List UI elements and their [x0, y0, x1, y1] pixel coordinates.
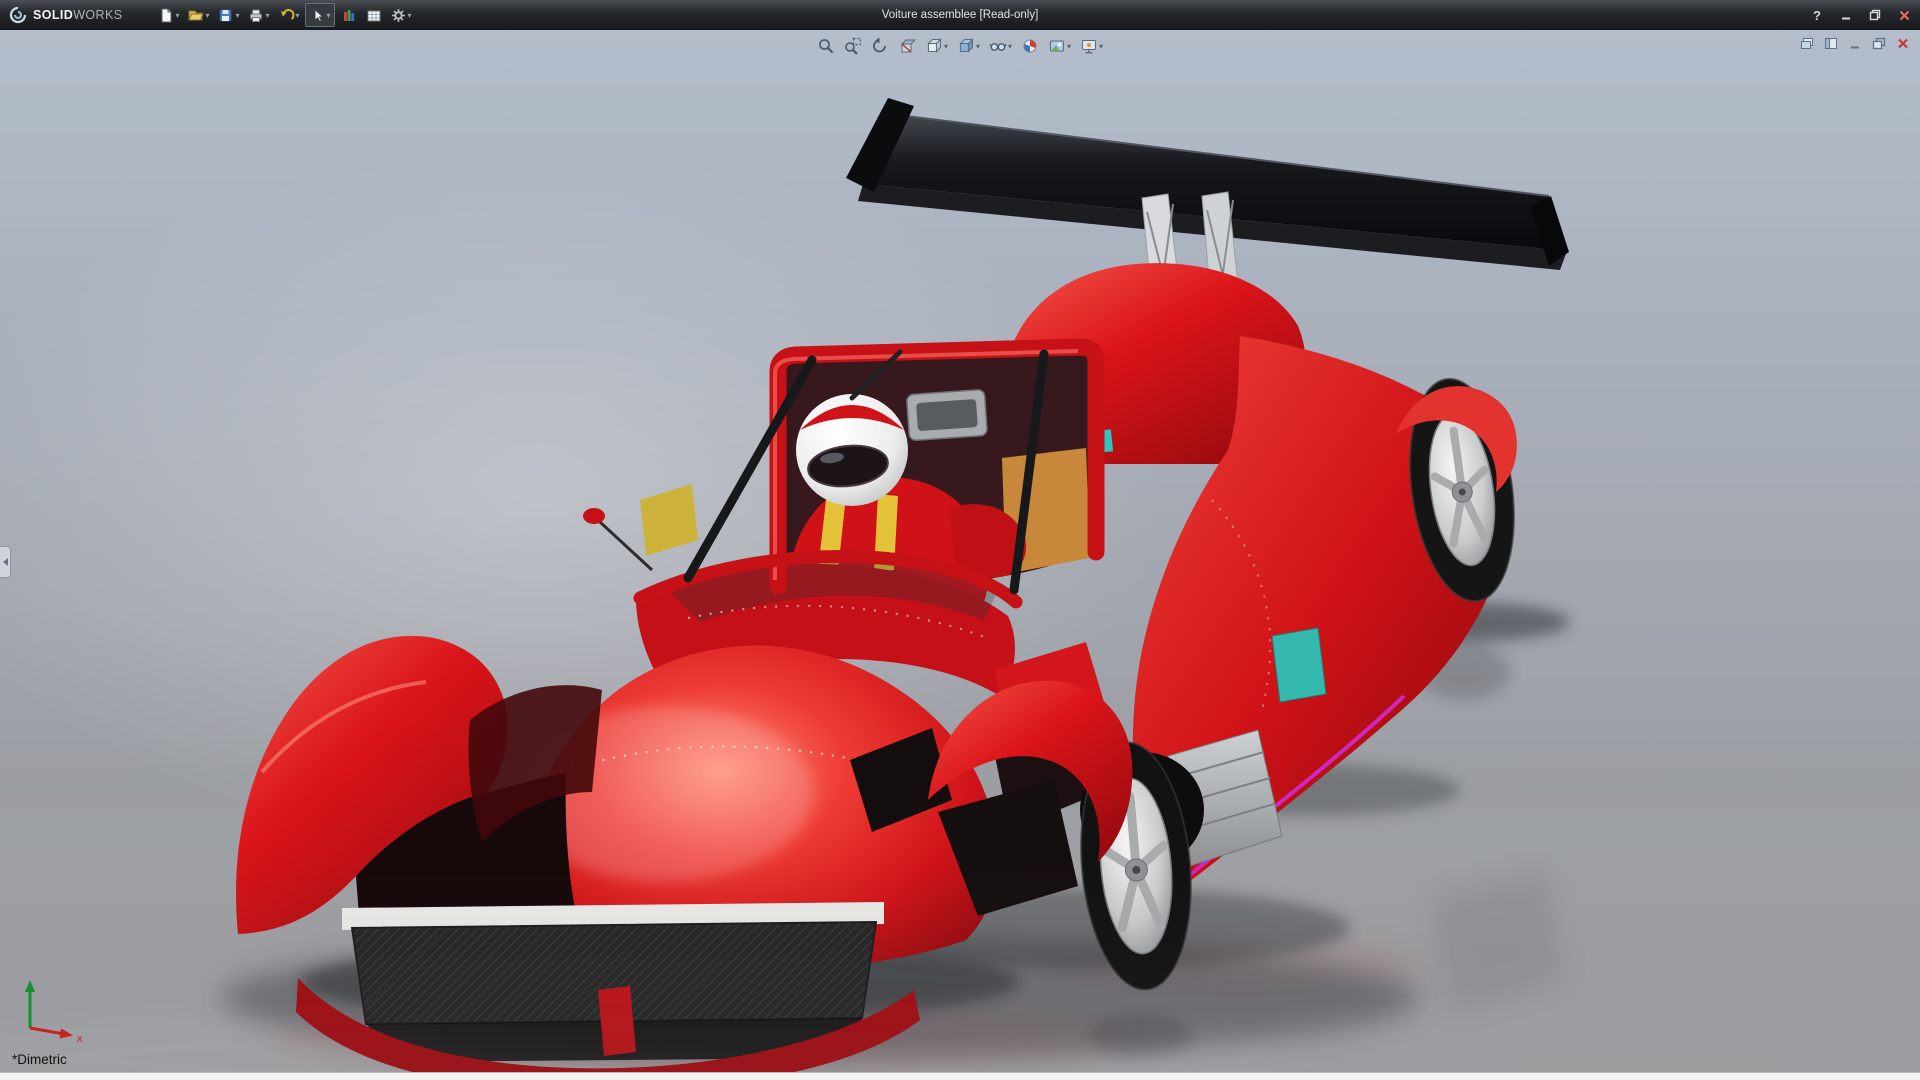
- triad-y-axis: [25, 980, 35, 992]
- help-button[interactable]: ?: [1807, 6, 1827, 24]
- save-caret[interactable]: ▾: [235, 11, 239, 20]
- edit-appearance-button[interactable]: [1020, 34, 1040, 58]
- hide-show-items-button[interactable]: ▾: [988, 34, 1013, 58]
- side-panel-teal[interactable]: [1271, 627, 1327, 703]
- print-button[interactable]: ▾: [244, 3, 272, 27]
- undo-button[interactable]: ▾: [275, 3, 303, 27]
- window-controls: ?: [1807, 0, 1914, 30]
- viewport-canvas[interactable]: [0, 30, 1920, 1072]
- new-document-caret[interactable]: ▾: [175, 11, 179, 20]
- section-view-icon: [900, 39, 916, 53]
- display-style-button[interactable]: ▾: [956, 34, 981, 58]
- hide-show-items-icon: [989, 43, 1007, 51]
- new-document-button[interactable]: ▾: [154, 3, 182, 27]
- design-table-icon: [367, 10, 381, 21]
- graphics-viewport[interactable]: ▾ ▾ ▾ ▾ ▾ x *Dimetric: [0, 30, 1920, 1072]
- view-orientation-button[interactable]: ▾: [924, 34, 949, 58]
- cascade-windows-button[interactable]: [1797, 35, 1816, 51]
- select-cursor-icon: [314, 7, 324, 22]
- undo-icon: [280, 8, 294, 20]
- brand-text: SOLIDWORKS: [33, 8, 122, 22]
- view-orientation-label: *Dimetric: [12, 1052, 67, 1067]
- design-table-button[interactable]: [362, 3, 385, 27]
- zoom-to-area-icon: [845, 37, 862, 55]
- hide-show-items-caret[interactable]: ▾: [1008, 42, 1012, 51]
- apply-scene-caret[interactable]: ▾: [1067, 42, 1071, 51]
- cascade-windows-icon: [1800, 37, 1813, 49]
- rear-view-mirror[interactable]: [906, 389, 988, 442]
- race-car-model[interactable]: [236, 98, 1569, 1072]
- display-style-caret[interactable]: ▾: [976, 42, 980, 51]
- close-window-icon: [1897, 38, 1908, 48]
- minimize-button[interactable]: [1836, 6, 1856, 24]
- interior-panel-yellow[interactable]: [640, 484, 698, 556]
- select-button[interactable]: ▾: [304, 3, 335, 27]
- restore-button[interactable]: [1865, 6, 1885, 24]
- collapse-arrow-icon: [2, 558, 8, 566]
- minimize-window-icon: [1850, 46, 1859, 48]
- restore-window-button[interactable]: [1869, 35, 1888, 51]
- splitter-post[interactable]: [598, 986, 636, 1056]
- display-style-icon: [959, 38, 974, 53]
- close-window-button[interactable]: [1893, 35, 1912, 51]
- triad-x-axis: [29, 1026, 65, 1036]
- triad-x-label: x: [77, 1033, 83, 1045]
- close-icon: [1899, 10, 1909, 20]
- main-toolbar: ▾ ▾ ▾ ▾ ▾ ▾ ▾: [154, 3, 414, 27]
- brand-works: WORKS: [73, 8, 123, 22]
- display-colors-button[interactable]: [337, 3, 360, 27]
- save-button[interactable]: ▾: [214, 3, 242, 27]
- display-colors-icon: [343, 9, 354, 21]
- apply-scene-button[interactable]: ▾: [1047, 34, 1072, 58]
- side-mirror[interactable]: [583, 508, 654, 572]
- minimize-window-button[interactable]: [1845, 35, 1864, 51]
- title-bar: SOLIDWORKS ▾ ▾ ▾ ▾ ▾ ▾ ▾ Voiture assembl…: [0, 0, 1920, 30]
- orientation-triad: x: [25, 980, 83, 1045]
- show-pane-icon: [1824, 37, 1837, 49]
- zoom-to-fit-button[interactable]: [816, 34, 836, 58]
- print-icon: [250, 9, 263, 22]
- options-button[interactable]: ▾: [387, 3, 415, 27]
- view-orientation-caret[interactable]: ▾: [944, 42, 948, 51]
- zoom-to-area-button[interactable]: [843, 34, 863, 58]
- zoom-to-fit-icon: [819, 39, 834, 54]
- open-folder-icon: [188, 10, 205, 20]
- previous-view-icon: [873, 37, 886, 53]
- show-pane-button[interactable]: [1821, 35, 1840, 51]
- save-icon: [219, 9, 232, 21]
- section-view-button[interactable]: [897, 34, 917, 58]
- feature-manager-collapse-tab[interactable]: [0, 546, 11, 578]
- status-bar: [0, 1072, 1920, 1080]
- view-settings-button[interactable]: ▾: [1079, 34, 1104, 58]
- heads-up-view-toolbar: ▾ ▾ ▾ ▾ ▾: [816, 34, 1104, 58]
- brand-solid: SOLID: [33, 8, 74, 22]
- options-caret[interactable]: ▾: [408, 11, 412, 20]
- options-gear-icon: [391, 8, 405, 22]
- apply-scene-icon: [1050, 40, 1065, 52]
- document-window-controls: [1797, 35, 1912, 51]
- close-button[interactable]: [1894, 6, 1914, 24]
- restore-icon: [1869, 9, 1881, 21]
- open-button[interactable]: ▾: [184, 3, 212, 27]
- view-settings-caret[interactable]: ▾: [1099, 42, 1103, 51]
- application-brand: SOLIDWORKS: [0, 5, 136, 25]
- select-caret[interactable]: ▾: [327, 11, 331, 20]
- undo-caret[interactable]: ▾: [296, 11, 300, 20]
- edit-appearance-icon: [1023, 39, 1037, 53]
- print-caret[interactable]: ▾: [265, 11, 269, 20]
- window-title: Voiture assemblee [Read-only]: [881, 9, 1039, 21]
- restore-window-icon: [1872, 37, 1885, 49]
- previous-view-button[interactable]: [870, 34, 890, 58]
- view-settings-icon: [1082, 40, 1097, 54]
- minimize-icon: [1842, 17, 1850, 20]
- view-orientation-icon: [927, 38, 942, 53]
- help-icon: ?: [1813, 7, 1821, 23]
- new-document-icon: [161, 8, 172, 22]
- open-caret[interactable]: ▾: [205, 11, 209, 20]
- solidworks-logo-icon: [9, 6, 27, 24]
